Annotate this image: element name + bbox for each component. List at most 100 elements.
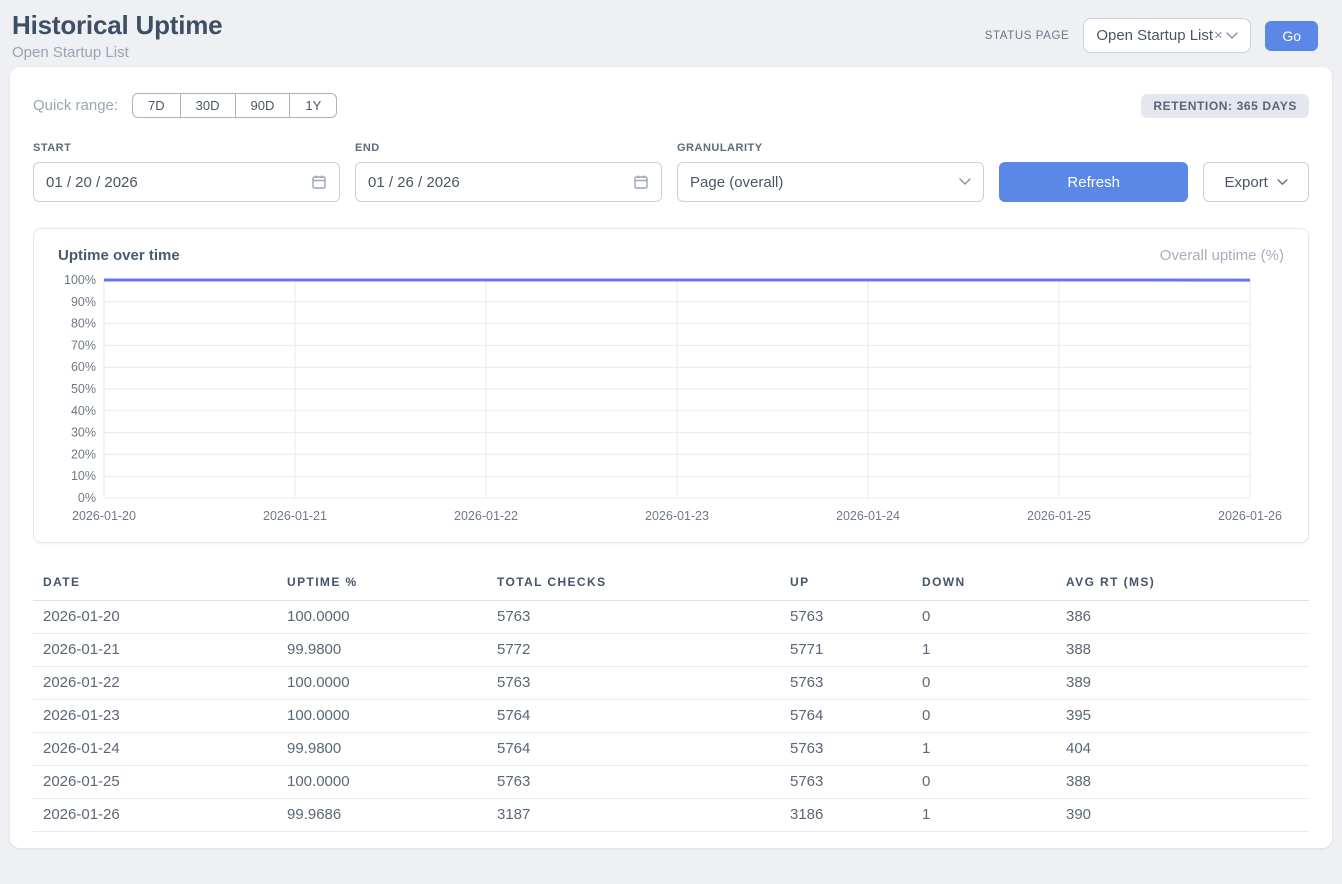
svg-text:2026-01-22: 2026-01-22 bbox=[454, 509, 518, 523]
table-cell: 388 bbox=[1056, 766, 1309, 799]
svg-text:40%: 40% bbox=[71, 404, 96, 418]
quick-range-7d-button[interactable]: 7D bbox=[132, 93, 181, 118]
end-date-input[interactable]: 01 / 26 / 2026 bbox=[355, 162, 662, 202]
granularity-field: GRANULARITY Page (overall) bbox=[677, 142, 984, 202]
table-cell: 100.0000 bbox=[277, 766, 487, 799]
table-cell: 5763 bbox=[780, 733, 912, 766]
end-date-field: END 01 / 26 / 2026 bbox=[355, 142, 662, 202]
table-cell: 389 bbox=[1056, 667, 1309, 700]
table-cell: 2026-01-24 bbox=[33, 733, 277, 766]
start-label: START bbox=[33, 142, 340, 154]
granularity-select[interactable]: Page (overall) bbox=[677, 162, 984, 202]
svg-text:10%: 10% bbox=[71, 469, 96, 483]
status-page-label: STATUS PAGE bbox=[985, 30, 1070, 42]
uptime-table: DATEUPTIME %TOTAL CHECKSUPDOWNAVG RT (MS… bbox=[33, 567, 1309, 832]
quick-range-row: Quick range: 7D30D90D1Y RETENTION: 365 D… bbox=[33, 93, 1309, 118]
main-panel: Quick range: 7D30D90D1Y RETENTION: 365 D… bbox=[10, 67, 1332, 848]
svg-text:90%: 90% bbox=[71, 295, 96, 309]
table-cell: 2026-01-25 bbox=[33, 766, 277, 799]
svg-text:2026-01-20: 2026-01-20 bbox=[72, 509, 136, 523]
calendar-icon[interactable] bbox=[633, 174, 649, 190]
table-row: 2026-01-2699.9686318731861390 bbox=[33, 799, 1309, 832]
status-page-controls: STATUS PAGE Open Startup List × Go bbox=[985, 18, 1318, 53]
svg-text:2026-01-25: 2026-01-25 bbox=[1027, 509, 1091, 523]
svg-text:80%: 80% bbox=[71, 317, 96, 331]
column-header: AVG RT (MS) bbox=[1056, 567, 1309, 601]
table-cell: 5771 bbox=[780, 634, 912, 667]
column-header: UPTIME % bbox=[277, 567, 487, 601]
table-row: 2026-01-23100.0000576457640395 bbox=[33, 700, 1309, 733]
start-date-input[interactable]: 01 / 20 / 2026 bbox=[33, 162, 340, 202]
page-title: Historical Uptime bbox=[12, 10, 222, 41]
start-date-field: START 01 / 20 / 2026 bbox=[33, 142, 340, 202]
svg-text:20%: 20% bbox=[71, 447, 96, 461]
export-button[interactable]: Export bbox=[1203, 162, 1309, 202]
table-cell: 99.9686 bbox=[277, 799, 487, 832]
table-cell: 2026-01-22 bbox=[33, 667, 277, 700]
filters-row: START 01 / 20 / 2026 END 01 / 26 / 2026 … bbox=[33, 142, 1309, 202]
svg-text:2026-01-24: 2026-01-24 bbox=[836, 509, 900, 523]
chart-legend: Overall uptime (%) bbox=[1160, 247, 1284, 264]
status-page-select[interactable]: Open Startup List × bbox=[1083, 18, 1251, 53]
table-row: 2026-01-22100.0000576357630389 bbox=[33, 667, 1309, 700]
svg-text:0%: 0% bbox=[78, 491, 96, 505]
table-cell: 395 bbox=[1056, 700, 1309, 733]
chevron-down-icon bbox=[959, 178, 971, 186]
svg-text:50%: 50% bbox=[71, 382, 96, 396]
table-cell: 0 bbox=[912, 700, 1056, 733]
start-date-value: 01 / 20 / 2026 bbox=[46, 174, 138, 191]
uptime-line-chart: 0%10%20%30%40%50%60%70%80%90%100%2026-01… bbox=[58, 272, 1286, 530]
quick-range-1y-button[interactable]: 1Y bbox=[289, 93, 337, 118]
table-header-row: DATEUPTIME %TOTAL CHECKSUPDOWNAVG RT (MS… bbox=[33, 567, 1309, 601]
table-cell: 390 bbox=[1056, 799, 1309, 832]
table-cell: 2026-01-20 bbox=[33, 601, 277, 634]
table-cell: 1 bbox=[912, 634, 1056, 667]
top-bar: Historical Uptime Open Startup List STAT… bbox=[0, 0, 1342, 67]
table-cell: 100.0000 bbox=[277, 700, 487, 733]
svg-text:2026-01-23: 2026-01-23 bbox=[645, 509, 709, 523]
table-cell: 5763 bbox=[780, 766, 912, 799]
chart-header: Uptime over time Overall uptime (%) bbox=[58, 247, 1284, 264]
column-header: DATE bbox=[33, 567, 277, 601]
svg-text:70%: 70% bbox=[71, 338, 96, 352]
clear-icon[interactable]: × bbox=[1214, 27, 1223, 44]
calendar-icon[interactable] bbox=[311, 174, 327, 190]
title-block: Historical Uptime Open Startup List bbox=[12, 10, 222, 61]
go-button[interactable]: Go bbox=[1265, 21, 1318, 51]
table-cell: 5763 bbox=[780, 667, 912, 700]
svg-text:2026-01-26: 2026-01-26 bbox=[1218, 509, 1282, 523]
table-cell: 99.9800 bbox=[277, 733, 487, 766]
table-cell: 5763 bbox=[780, 601, 912, 634]
table-cell: 1 bbox=[912, 799, 1056, 832]
table-cell: 1 bbox=[912, 733, 1056, 766]
granularity-label: GRANULARITY bbox=[677, 142, 984, 154]
column-header: DOWN bbox=[912, 567, 1056, 601]
table-cell: 5772 bbox=[487, 634, 780, 667]
table-cell: 5764 bbox=[487, 733, 780, 766]
end-label: END bbox=[355, 142, 662, 154]
chart-title: Uptime over time bbox=[58, 247, 180, 264]
table-cell: 0 bbox=[912, 667, 1056, 700]
table-row: 2026-01-25100.0000576357630388 bbox=[33, 766, 1309, 799]
quick-range-label: Quick range: bbox=[33, 97, 118, 114]
granularity-selected-value: Page (overall) bbox=[690, 174, 783, 191]
table-cell: 100.0000 bbox=[277, 601, 487, 634]
svg-text:60%: 60% bbox=[71, 360, 96, 374]
table-row: 2026-01-20100.0000576357630386 bbox=[33, 601, 1309, 634]
quick-range-90d-button[interactable]: 90D bbox=[235, 93, 291, 118]
table-cell: 388 bbox=[1056, 634, 1309, 667]
retention-badge: RETENTION: 365 DAYS bbox=[1141, 94, 1309, 118]
quick-range-30d-button[interactable]: 30D bbox=[180, 93, 236, 118]
uptime-chart-card: Uptime over time Overall uptime (%) 0% 10… bbox=[33, 228, 1309, 543]
table-cell: 0 bbox=[912, 601, 1056, 634]
svg-text:2026-01-21: 2026-01-21 bbox=[263, 509, 327, 523]
table-cell: 386 bbox=[1056, 601, 1309, 634]
end-date-value: 01 / 26 / 2026 bbox=[368, 174, 460, 191]
table-row: 2026-01-2199.9800577257711388 bbox=[33, 634, 1309, 667]
svg-text:100%: 100% bbox=[64, 273, 96, 287]
column-header: UP bbox=[780, 567, 912, 601]
page-subtitle: Open Startup List bbox=[12, 44, 222, 61]
export-label: Export bbox=[1225, 174, 1268, 191]
refresh-button[interactable]: Refresh bbox=[999, 162, 1188, 202]
table-cell: 5764 bbox=[487, 700, 780, 733]
